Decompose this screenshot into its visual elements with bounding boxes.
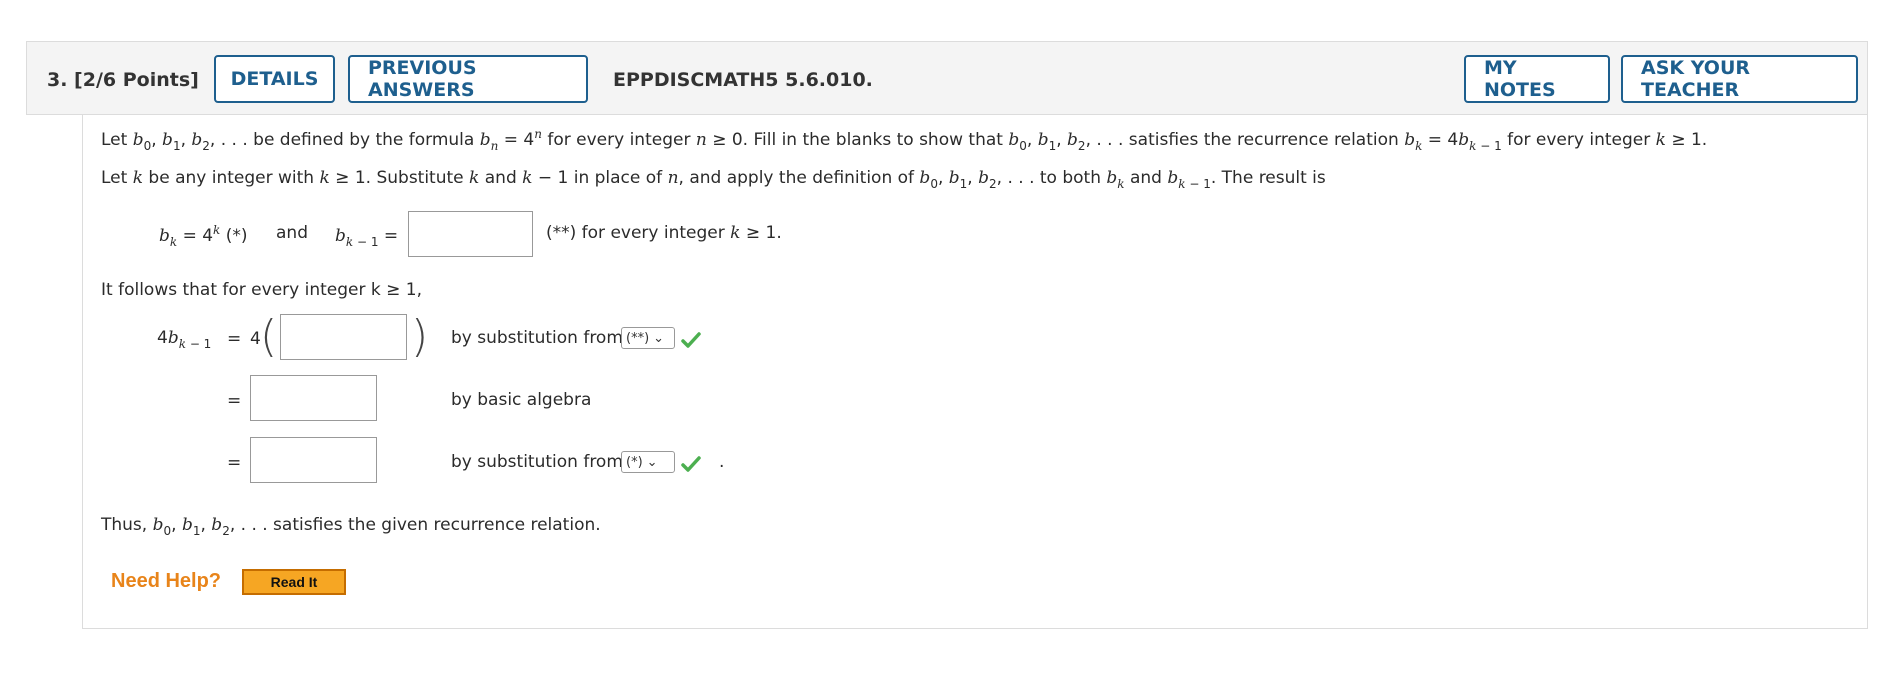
bk-minus-1-label: bk − 1 = [335,226,399,249]
problem-code: EPPDISCMATH5 5.6.010. [613,69,873,91]
need-help-label: Need Help? [111,570,222,592]
step3-reason: by substitution from [451,452,623,472]
chevron-down-icon: ⌄ [646,454,658,470]
read-it-button[interactable]: Read It [242,569,346,595]
details-button[interactable]: DETAILS [214,55,335,103]
my-notes-button[interactable]: MY NOTES [1464,55,1610,103]
bk-definition: bk = 4k (*) [159,223,248,249]
check-icon [681,332,701,348]
right-paren: ) [411,311,429,362]
previous-answers-button[interactable]: PREVIOUS ANSWERS [348,55,588,103]
step2-equals: = [227,391,242,411]
step1-reason-select[interactable]: (**) ⌄ [621,327,675,349]
double-star-label: (**) for every integer k ≥ 1. [546,223,782,243]
step1-lhs: 4bk − 1 [157,328,212,351]
conclusion-text: Thus, b0, b1, b2, . . . satisfies the gi… [101,515,601,538]
step2-reason: by basic algebra [451,390,592,410]
follows-text: It follows that for every integer k ≥ 1, [101,280,422,300]
check-icon [681,456,701,472]
left-paren: ( [260,311,278,362]
chevron-down-icon: ⌄ [653,330,665,346]
step3-trailing-period: . [719,452,725,472]
step2-answer-input[interactable] [250,375,377,421]
bk-minus-1-answer-input[interactable] [408,211,533,257]
problem-instruction: Let k be any integer with k ≥ 1. Substit… [101,168,1326,191]
step3-answer-input[interactable] [250,437,377,483]
step3-equals: = [227,453,242,473]
ask-your-teacher-button[interactable]: ASK YOUR TEACHER [1621,55,1858,103]
question-header: 3. [2/6 Points] DETAILS PREVIOUS ANSWERS… [26,41,1868,115]
question-number: 3. [2/6 Points] [47,69,199,91]
step1-reason: by substitution from [451,328,623,348]
step1-equals: = [227,329,242,349]
step1-answer-input[interactable] [280,314,407,360]
step3-reason-select[interactable]: (*) ⌄ [621,451,675,473]
and-text: and [276,223,308,243]
question-body: Let b0, b1, b2, . . . be defined by the … [82,115,1868,629]
problem-statement: Let b0, b1, b2, . . . be defined by the … [101,127,1708,153]
